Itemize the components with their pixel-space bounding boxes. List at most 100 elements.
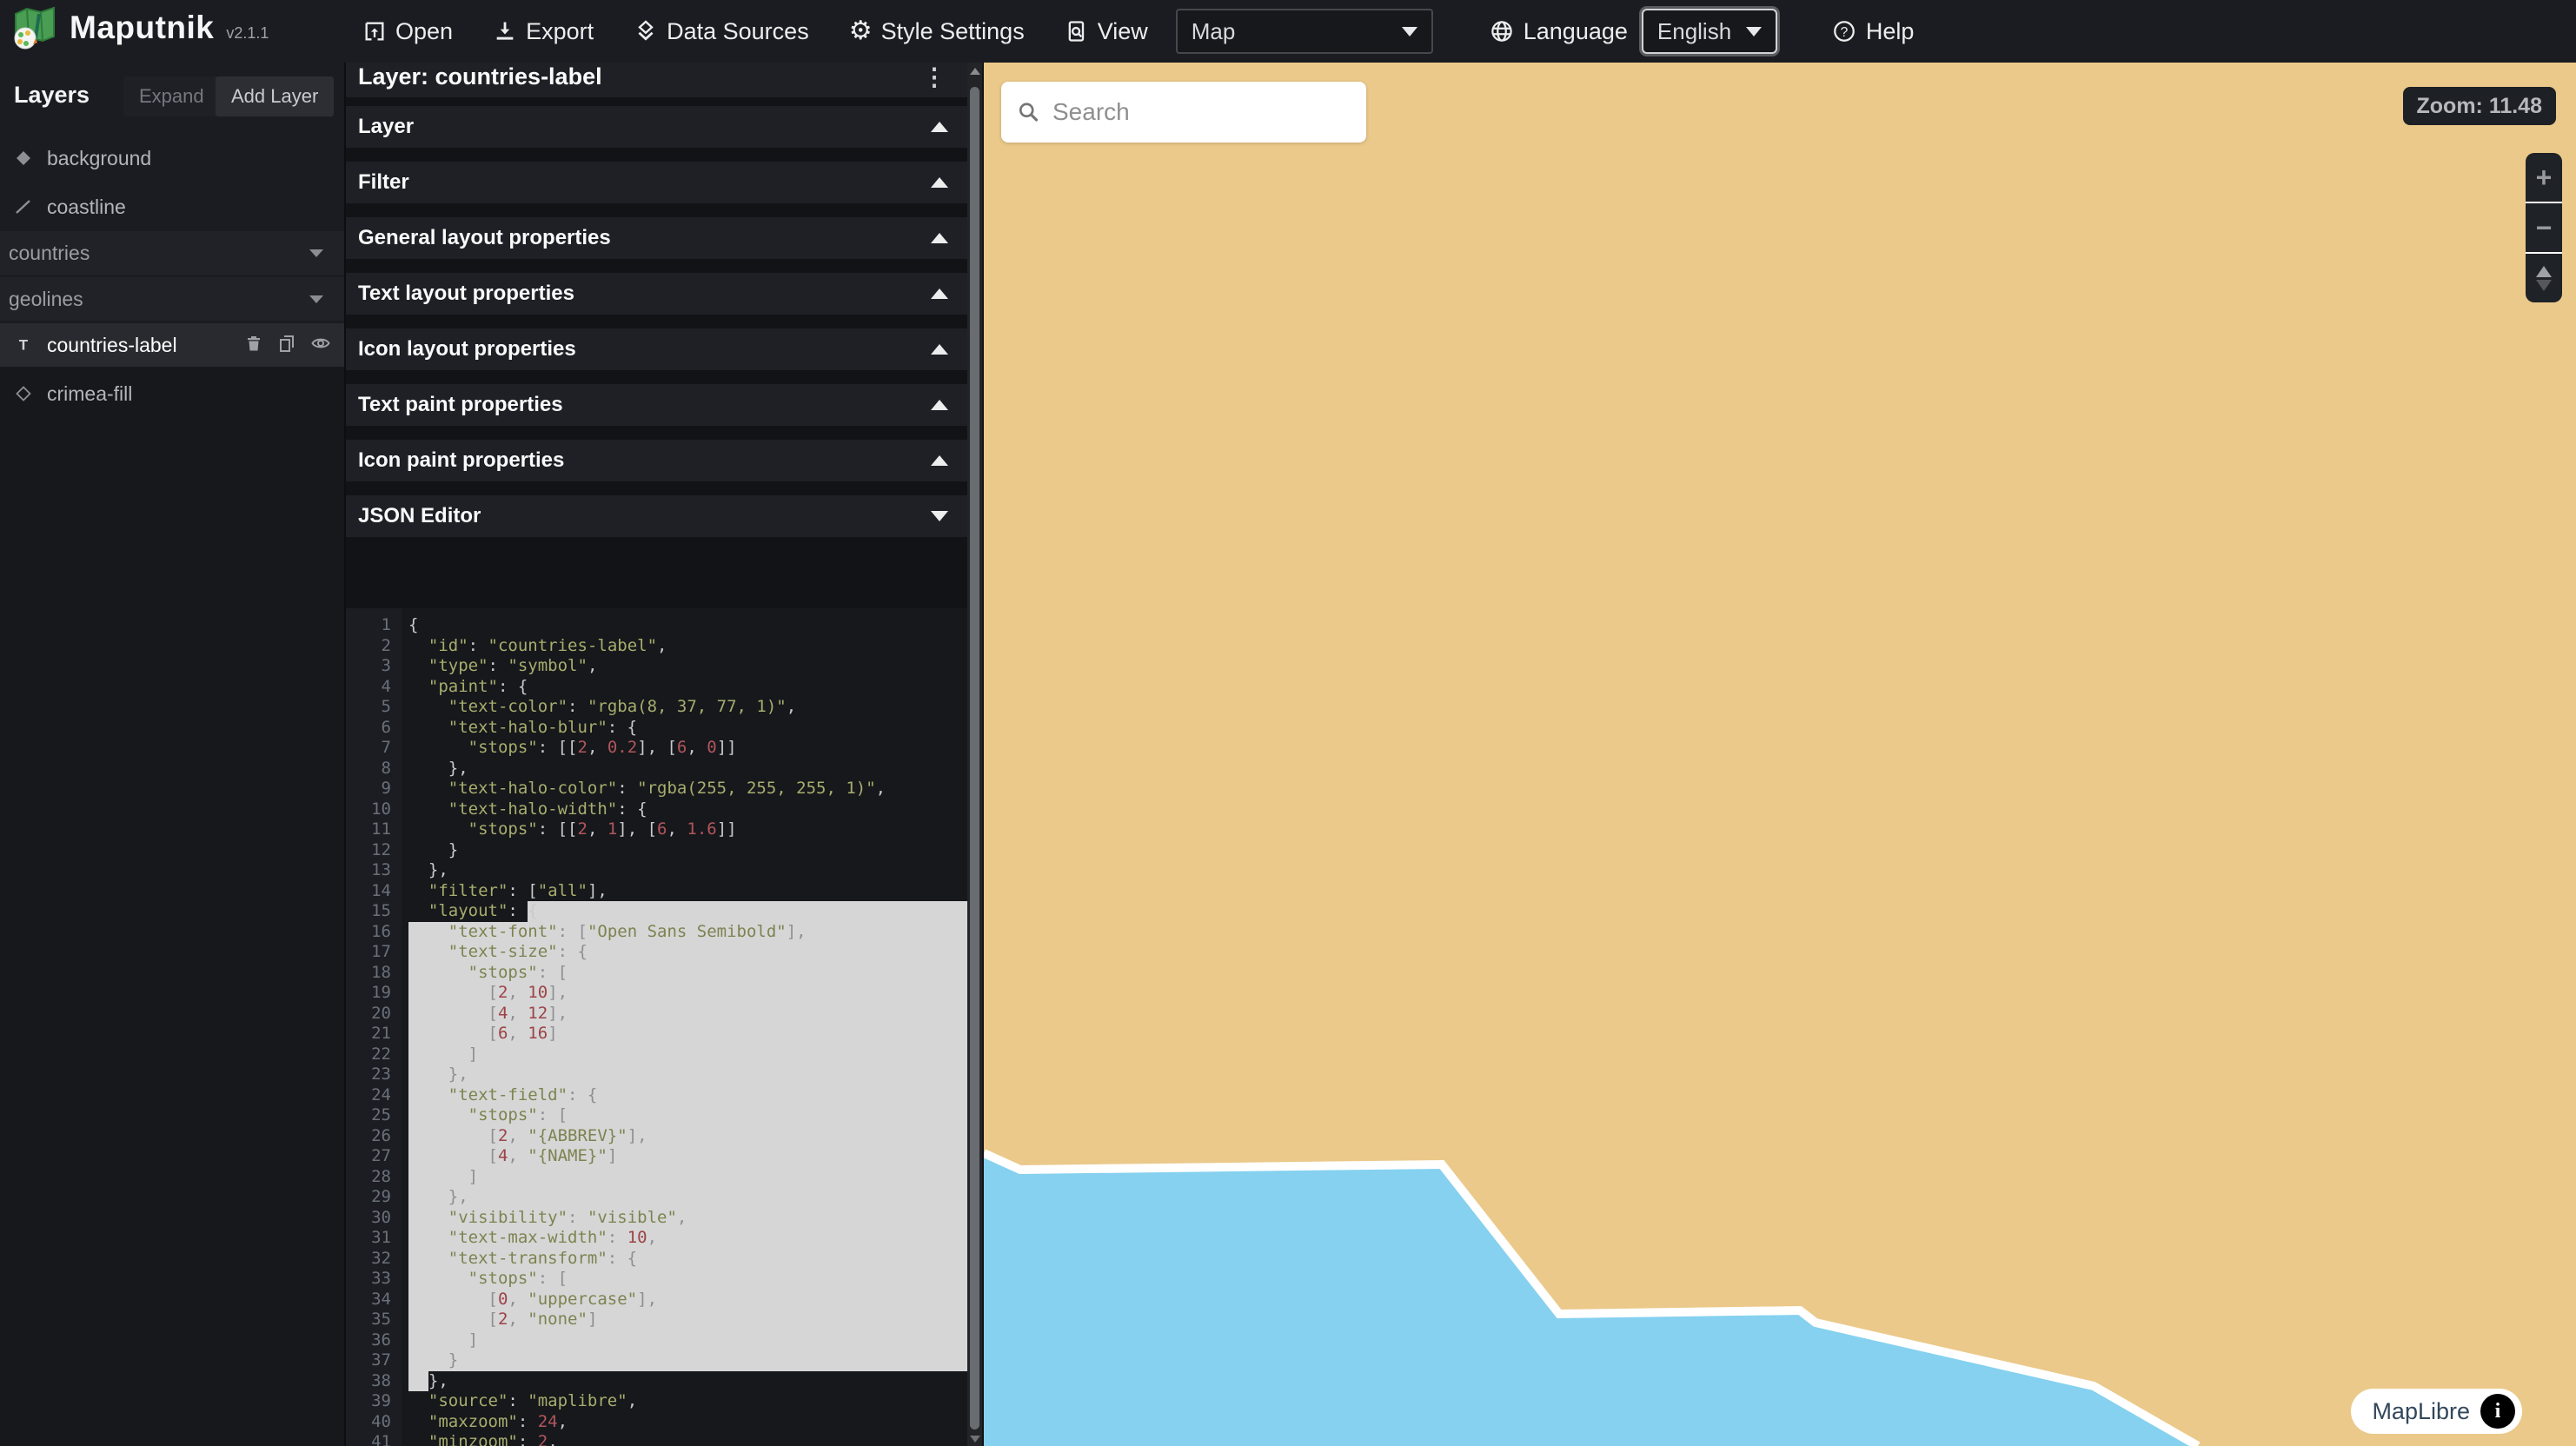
menu-item-label: Open: [395, 18, 453, 45]
json-editor[interactable]: 1{2 "id": "countries-label",3 "type": "s…: [346, 608, 967, 1446]
layers-header: Layers Expand Add Layer: [0, 75, 344, 120]
map-canvas[interactable]: Zoom: 11.48 + − MapLibre i: [984, 63, 2576, 1446]
view-select-value: Map: [1192, 18, 1236, 45]
line-number: 34: [346, 1290, 391, 1310]
line-number: 20: [346, 1004, 391, 1025]
duplicate-icon[interactable]: [276, 333, 297, 358]
line-number: 17: [346, 942, 391, 963]
section-icon-layout-properties[interactable]: Icon layout properties: [346, 328, 967, 370]
menu-item-label: Data Sources: [667, 18, 809, 45]
code-line: 1{: [346, 615, 967, 636]
kebab-menu-icon[interactable]: ⋮: [922, 63, 946, 91]
zoom-out-button[interactable]: −: [2526, 202, 2562, 252]
line-number: 3: [346, 656, 391, 677]
menu-item-view[interactable]: View: [1065, 18, 1148, 45]
layer-group-geolines[interactable]: geolines: [0, 277, 344, 321]
menu-item-style-settings[interactable]: ⚙Style Settings: [849, 18, 1025, 45]
top-bar: Maputnik v2.1.1 Open Export Data Sources ⚙S…: [0, 0, 2576, 63]
layer-item-crimea-fill[interactable]: crimea-fill: [0, 372, 344, 415]
attribution-link[interactable]: MapLibre: [2372, 1398, 2470, 1425]
info-icon[interactable]: i: [2480, 1394, 2515, 1429]
symbol-icon: T: [12, 335, 35, 355]
svg-text:T: T: [19, 337, 29, 354]
code-line: 16 "text-font": ["Open Sans Semibold"],: [346, 922, 967, 943]
scrollbar-thumb[interactable]: [970, 87, 979, 1429]
code-line: 19 [2, 10],: [346, 983, 967, 1004]
menu-item-language[interactable]: Language: [1489, 18, 1628, 45]
expand-arrow-icon: [931, 122, 948, 132]
line-number: 31: [346, 1228, 391, 1249]
line-number: 19: [346, 983, 391, 1004]
layer-label: crimea-fill: [47, 382, 132, 406]
section-text-layout-properties[interactable]: Text layout properties: [346, 273, 967, 315]
section-general-layout-properties[interactable]: General layout properties: [346, 217, 967, 259]
view-icon: [1065, 19, 1089, 43]
code-line: 30 "visibility": "visible",: [346, 1208, 967, 1229]
menu-item-label: View: [1098, 18, 1148, 45]
menu-item-open[interactable]: Open: [362, 18, 453, 45]
line-number: 37: [346, 1350, 391, 1371]
view-select[interactable]: Map: [1176, 9, 1433, 54]
line-number: 38: [346, 1371, 391, 1392]
expand-button[interactable]: Expand: [123, 76, 220, 116]
section-filter[interactable]: Filter: [346, 162, 967, 203]
layer-group-countries[interactable]: countries: [0, 231, 344, 275]
line-number: 39: [346, 1391, 391, 1412]
brand: Maputnik v2.1.1: [12, 3, 269, 52]
layer-item-background[interactable]: background: [0, 136, 344, 180]
code-line: 33 "stops": [: [346, 1269, 967, 1290]
code-line: 15 "layout": {: [346, 901, 967, 922]
line-number: 24: [346, 1085, 391, 1106]
panel-title: Layer: countries-label: [358, 63, 602, 96]
menu-item-export[interactable]: Export: [493, 18, 594, 45]
code-line: 14 "filter": ["all"],: [346, 881, 967, 902]
scrollbar-up-arrow-icon[interactable]: [970, 68, 980, 75]
code-line: 27 [4, "{NAME}"]: [346, 1146, 967, 1167]
open-icon: [362, 19, 387, 43]
zoom-in-button[interactable]: +: [2526, 153, 2562, 202]
code-line: 3 "type": "symbol",: [346, 656, 967, 677]
line-number: 4: [346, 677, 391, 698]
menu-item-data-sources[interactable]: Data Sources: [634, 18, 809, 45]
section-icon-paint-properties[interactable]: Icon paint properties: [346, 440, 967, 481]
layer-item-coastline[interactable]: coastline: [0, 185, 344, 229]
section-json-editor[interactable]: JSON Editor: [346, 495, 967, 537]
language-select[interactable]: English: [1642, 9, 1777, 54]
add-layer-button[interactable]: Add Layer: [216, 76, 334, 116]
code-line: 18 "stops": [: [346, 963, 967, 984]
line-number: 32: [346, 1249, 391, 1270]
code-line: 21 [6, 16]: [346, 1024, 967, 1045]
delete-icon[interactable]: [243, 333, 264, 358]
menu-item-label: Style Settings: [881, 18, 1025, 45]
layer-label: geolines: [9, 288, 83, 311]
code-line: 8 },: [346, 759, 967, 779]
compass-reset-button[interactable]: [2526, 252, 2562, 302]
chevron-down-icon: [1746, 27, 1762, 36]
menu-item-help[interactable]: ?Help: [1831, 18, 1915, 45]
expand-arrow-icon: [931, 289, 948, 299]
section-label: Icon layout properties: [358, 337, 576, 362]
code-line: 2 "id": "countries-label",: [346, 636, 967, 657]
line-number: 13: [346, 860, 391, 881]
app-name: Maputnik: [70, 10, 214, 46]
scrollbar-down-arrow-icon[interactable]: [970, 1436, 980, 1443]
layer-label: coastline: [47, 196, 126, 219]
section-text-paint-properties[interactable]: Text paint properties: [346, 384, 967, 426]
language-select-value: English: [1657, 18, 1731, 45]
code-line: 36 ]: [346, 1330, 967, 1351]
visibility-icon[interactable]: [309, 333, 332, 358]
code-line: 7 "stops": [[2, 0.2], [6, 0]]: [346, 738, 967, 759]
line-number: 22: [346, 1045, 391, 1065]
line-number: 30: [346, 1208, 391, 1229]
code-line: 26 [2, "{ABBREV}"],: [346, 1126, 967, 1147]
code-line: 20 [4, 12],: [346, 1004, 967, 1025]
data-sources-icon: [634, 19, 658, 43]
chevron-down-icon: [1402, 27, 1417, 36]
search-input[interactable]: [1052, 98, 1366, 126]
zoom-level-badge: Zoom: 11.48: [2403, 87, 2557, 125]
layer-item-countries-label[interactable]: Tcountries-label: [0, 323, 344, 367]
app-version: v2.1.1: [226, 24, 269, 43]
section-layer[interactable]: Layer: [346, 106, 967, 148]
section-label: Text layout properties: [358, 282, 574, 306]
code-line: 38 },: [346, 1371, 967, 1392]
